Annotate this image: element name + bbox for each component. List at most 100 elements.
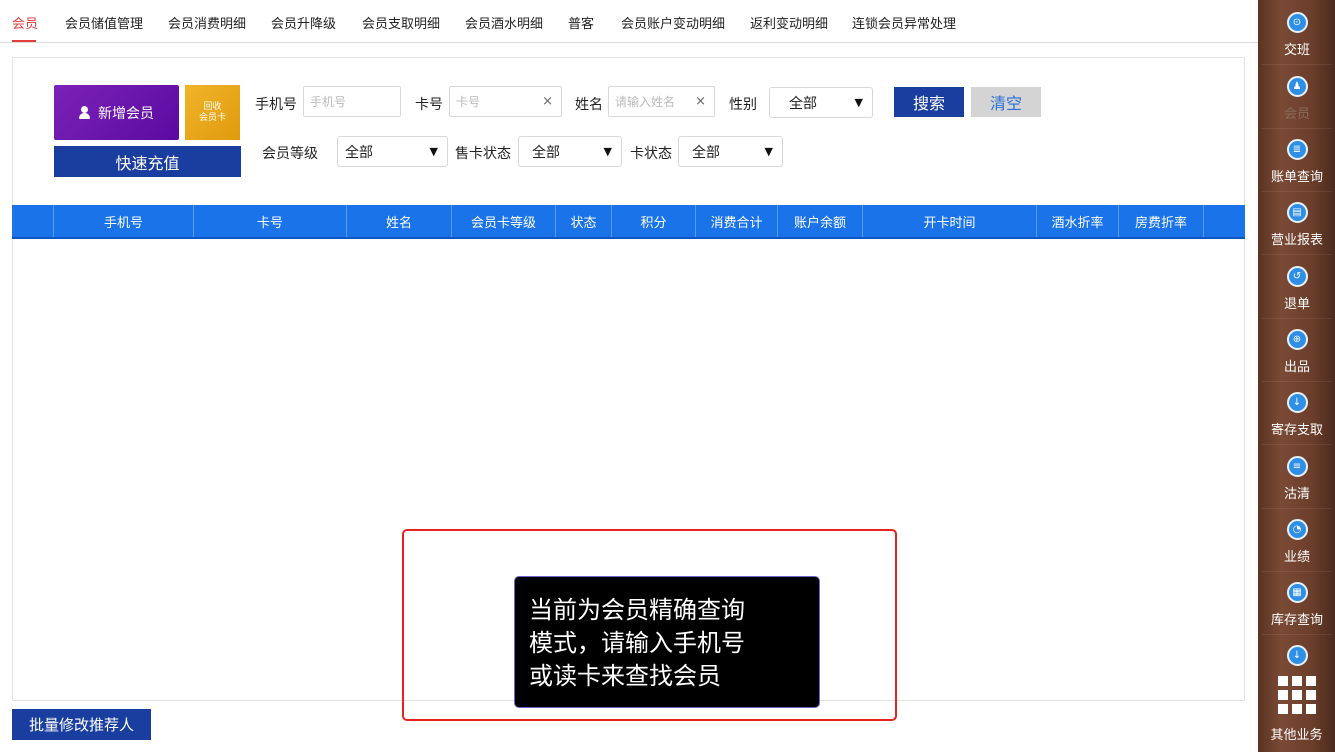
recycle-card-label-2: 会员卡 <box>198 112 226 123</box>
level-label: 会员等级 <box>262 146 318 162</box>
card-status-value: 全部 <box>692 144 720 161</box>
phone-placeholder: 手机号 <box>310 95 347 109</box>
member-table-header: 手机号 卡号 姓名 会员卡等级 状态 积分 消费合计 账户余额 开卡时间 酒水折… <box>12 205 1245 239</box>
column-header-name[interactable]: 姓名 <box>347 205 452 237</box>
phone-input[interactable]: 手机号 <box>303 86 401 117</box>
sidebar-divider <box>1262 254 1332 255</box>
sidebar-item-label: 出品 <box>1283 360 1310 375</box>
card-clear-icon[interactable]: × <box>542 94 553 109</box>
sidebar-item-inventory[interactable]: ▦ 库存查询 <box>1262 572 1332 634</box>
sidebar-item-label: 沽清 <box>1283 487 1310 502</box>
column-header-room-discount[interactable]: 房费折率 <box>1119 205 1204 237</box>
card-status-label: 卡状态 <box>630 146 672 162</box>
column-header-phone[interactable]: 手机号 <box>54 205 194 237</box>
chevron-down-icon: ▼ <box>764 145 773 158</box>
column-header-status[interactable]: 状态 <box>556 205 612 237</box>
member-icon: ♟ <box>1286 76 1308 97</box>
other-business-label: 其他业务 <box>1270 728 1323 743</box>
search-button[interactable]: 搜索 <box>894 87 964 117</box>
sidebar-item-label: 库存查询 <box>1270 613 1323 628</box>
sidebar-item-label: 退单 <box>1283 297 1310 312</box>
sidebar-item-bill-query[interactable]: ≣ 账单查询 <box>1262 129 1332 191</box>
gender-select[interactable]: 全部 ▼ <box>769 87 873 118</box>
performance-icon: ◔ <box>1286 519 1308 540</box>
sale-status-label: 售卡状态 <box>455 146 511 162</box>
tab-member-withdrawal[interactable]: 会员支取明细 <box>362 13 440 32</box>
handover-icon: ⊙ <box>1286 12 1308 33</box>
sale-status-value: 全部 <box>532 144 560 161</box>
clear-button[interactable]: 清空 <box>971 87 1041 117</box>
chevron-down-icon: ▼ <box>429 145 438 158</box>
recycle-card-button[interactable]: 回收 会员卡 <box>185 85 240 140</box>
column-header-card-level[interactable]: 会员卡等级 <box>452 205 556 237</box>
product-icon: ⊕ <box>1286 329 1308 350</box>
sidebar-item-label: 寄存支取 <box>1270 423 1323 438</box>
top-tab-bar: 会员 会员储值管理 会员消费明细 会员升降级 会员支取明细 会员酒水明细 普客 … <box>0 0 1258 43</box>
tab-member[interactable]: 会员 <box>12 13 38 32</box>
chevron-down-icon: ▼ <box>854 96 863 109</box>
other-business-button[interactable]: 其他业务 <box>1258 670 1335 752</box>
toast-line-2: 模式，请输入手机号 <box>529 629 745 657</box>
recycle-card-label-1: 回收 <box>203 101 222 112</box>
card-placeholder: 卡号 <box>456 95 481 109</box>
tab-member-level-change[interactable]: 会员升降级 <box>271 13 336 32</box>
sidebar-item-label: 营业报表 <box>1270 233 1323 248</box>
tab-chain-member-exceptions[interactable]: 连锁会员异常处理 <box>852 13 956 32</box>
card-label: 卡号 <box>415 97 443 113</box>
level-select[interactable]: 全部 ▼ <box>337 136 448 167</box>
tab-member-stored-value[interactable]: 会员储值管理 <box>65 13 143 32</box>
name-input[interactable]: 请输入姓名 × <box>608 86 715 117</box>
sidebar-item-product[interactable]: ⊕ 出品 <box>1262 319 1332 381</box>
sidebar-item-handover[interactable]: ⊙ 交班 <box>1262 2 1332 64</box>
sidebar-item-refund[interactable]: ↺ 退单 <box>1262 256 1332 318</box>
gender-label: 性别 <box>729 97 757 113</box>
phone-label: 手机号 <box>255 97 297 113</box>
tab-account-changes[interactable]: 会员账户变动明细 <box>621 13 725 32</box>
sidebar-divider <box>1262 64 1332 65</box>
tab-regular-guest[interactable]: 普客 <box>568 13 594 32</box>
refund-icon: ↺ <box>1286 266 1308 287</box>
column-header-balance[interactable]: 账户余额 <box>778 205 863 237</box>
toast-message: 当前为会员精确查询 模式，请输入手机号 或读卡来查找会员 <box>514 576 820 708</box>
soldout-icon: ≡ <box>1286 456 1308 477</box>
sidebar-item-label: 交班 <box>1283 43 1310 58</box>
card-input[interactable]: 卡号 × <box>449 86 562 117</box>
sidebar-item-member[interactable]: ♟ 会员 <box>1262 66 1332 128</box>
column-header-card[interactable]: 卡号 <box>194 205 347 237</box>
sidebar-item-report[interactable]: ▤ 营业报表 <box>1262 192 1332 254</box>
card-status-select[interactable]: 全部 ▼ <box>678 136 783 167</box>
sidebar-item-soldout[interactable]: ≡ 沽清 <box>1262 446 1332 508</box>
bill-icon: ≣ <box>1286 139 1308 160</box>
name-placeholder: 请输入姓名 <box>615 95 676 109</box>
batch-edit-referrer-button[interactable]: 批量修改推荐人 <box>12 709 151 740</box>
level-value: 全部 <box>345 144 373 161</box>
tab-rebate-changes[interactable]: 返利变动明细 <box>750 13 828 32</box>
add-member-label: 新增会员 <box>98 105 154 122</box>
gender-value: 全部 <box>789 95 817 112</box>
chevron-down-icon: ▼ <box>603 145 612 158</box>
column-header-consumption-total[interactable]: 消费合计 <box>696 205 778 237</box>
inventory-icon: ▦ <box>1286 582 1308 603</box>
sidebar-item-storage[interactable]: ↓ 寄存支取 <box>1262 382 1332 444</box>
column-header-drink-discount[interactable]: 酒水折率 <box>1037 205 1119 237</box>
sidebar-item-performance[interactable]: ◔ 业绩 <box>1262 509 1332 571</box>
tab-member-drinks[interactable]: 会员酒水明细 <box>465 13 543 32</box>
toast-line-3: 或读卡来查找会员 <box>529 662 721 690</box>
toast-line-1: 当前为会员精确查询 <box>529 596 745 624</box>
name-label: 姓名 <box>575 97 603 113</box>
sidebar-divider <box>1262 444 1332 445</box>
sidebar-item-label: 业绩 <box>1283 550 1310 565</box>
add-member-button[interactable]: 新增会员 <box>54 85 179 140</box>
column-header-open-time[interactable]: 开卡时间 <box>863 205 1037 237</box>
tab-member-consumption[interactable]: 会员消费明细 <box>168 13 246 32</box>
quick-recharge-button[interactable]: 快速充值 <box>54 146 241 177</box>
column-header-points[interactable]: 积分 <box>612 205 696 237</box>
sidebar-item-download[interactable]: ↓ <box>1262 635 1332 669</box>
sidebar-item-label: 账单查询 <box>1270 170 1323 185</box>
user-icon <box>79 106 90 119</box>
name-clear-icon[interactable]: × <box>695 94 706 109</box>
column-header-select <box>12 205 54 237</box>
storage-icon: ↓ <box>1286 392 1308 413</box>
download-icon: ↓ <box>1286 645 1308 666</box>
sale-status-select[interactable]: 全部 ▼ <box>518 136 622 167</box>
